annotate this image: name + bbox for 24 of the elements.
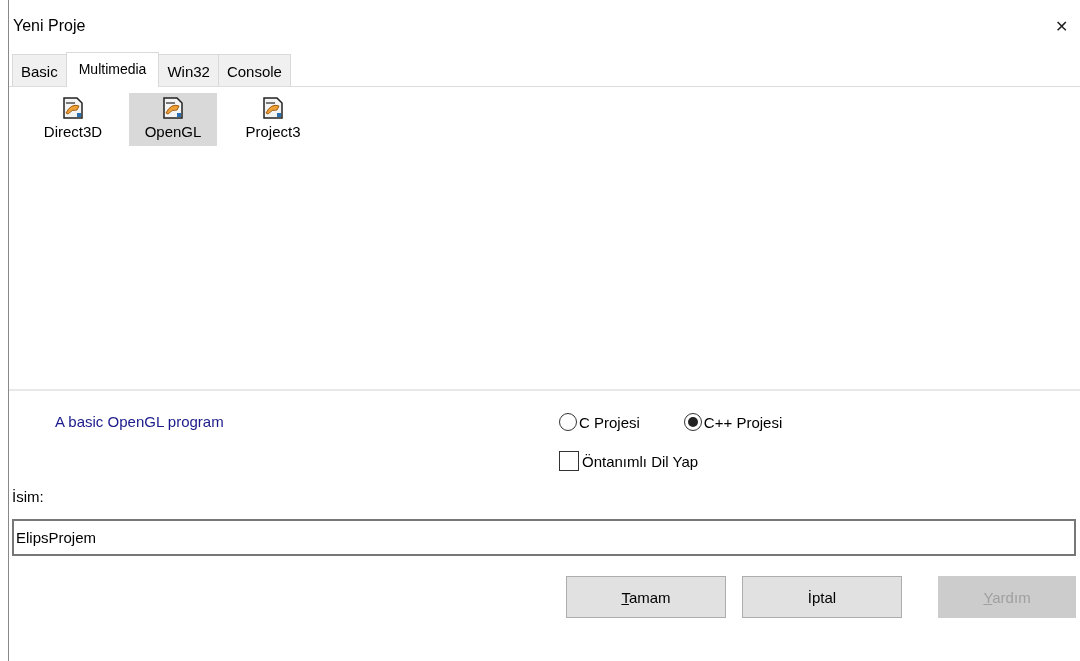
- template-item[interactable]: Project3: [229, 93, 317, 146]
- template-description: A basic OpenGL program: [54, 412, 224, 430]
- name-field[interactable]: ElipsProjem: [12, 519, 1076, 556]
- dialog-button[interactable]: Tamam: [566, 576, 726, 618]
- template-item[interactable]: OpenGL: [129, 93, 217, 146]
- dialog-button[interactable]: İptal: [742, 576, 902, 618]
- checkbox-label: Öntanımlı Dil Yap: [582, 452, 699, 470]
- radio-label: C++ Projesi: [703, 413, 783, 431]
- tab[interactable]: Win32: [158, 54, 219, 86]
- window-title: Yeni Proje: [13, 17, 86, 35]
- name-label: İsim:: [12, 488, 44, 505]
- checkbox[interactable]: [559, 451, 579, 471]
- project-file-icon: [162, 97, 184, 119]
- tab[interactable]: Multimedia: [65, 52, 160, 87]
- project-file-icon: [262, 97, 284, 119]
- template-label: Project3: [245, 123, 301, 140]
- template-item[interactable]: Direct3D: [29, 93, 117, 146]
- close-icon[interactable]: ✕: [1049, 16, 1074, 36]
- template-label: OpenGL: [144, 123, 202, 140]
- tab[interactable]: Basic: [12, 54, 67, 86]
- tab[interactable]: Console: [217, 54, 291, 86]
- radio-label: C Projesi: [579, 413, 640, 431]
- template-label: Direct3D: [43, 123, 103, 140]
- project-file-icon: [62, 97, 84, 119]
